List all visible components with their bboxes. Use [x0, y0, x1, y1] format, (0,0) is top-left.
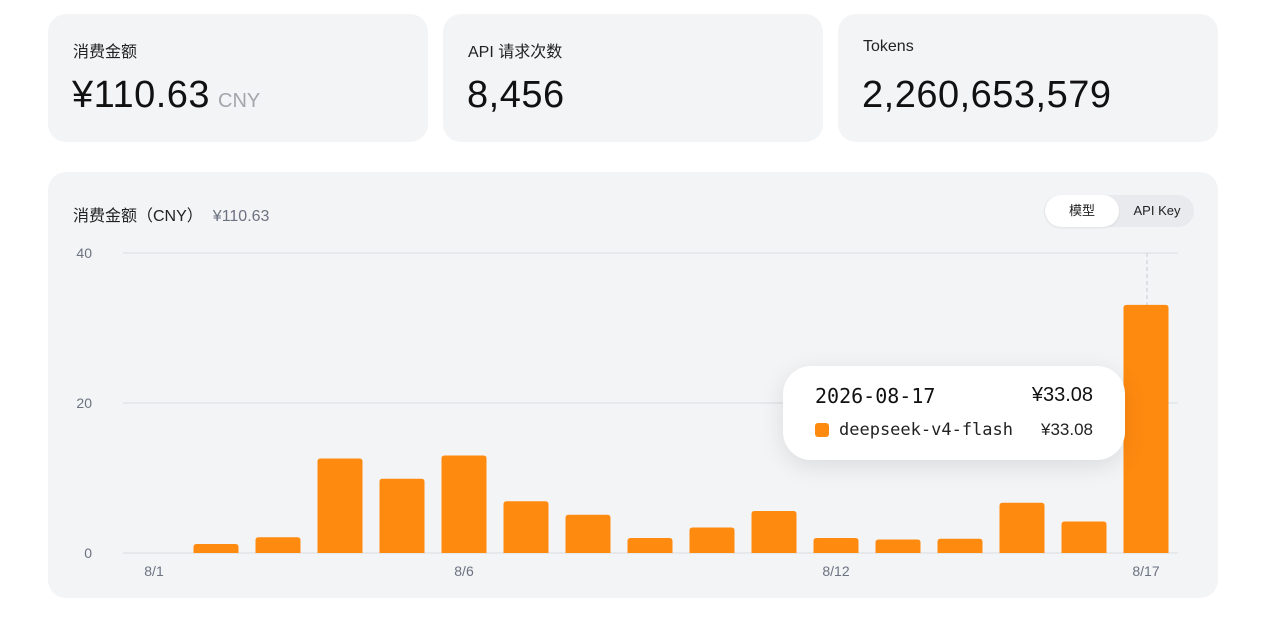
tooltip-total: ¥33.08: [1031, 384, 1093, 406]
stat-label: 消费金额: [73, 44, 138, 61]
tooltip-series-name: deepseek-v4-flash: [839, 420, 1013, 440]
stat-number: ¥110.63: [72, 74, 211, 116]
toggle-model-button[interactable]: 模型: [1045, 195, 1119, 227]
stat-card-cost: 消费金额 ¥110.63 CNY: [48, 14, 428, 142]
tooltip-series-value: ¥33.08: [1041, 420, 1093, 439]
chart-total: ¥110.63: [212, 208, 270, 225]
chart-tooltip: 2026-08-17 ¥33.08 deepseek-v4-flash ¥33.…: [783, 366, 1125, 460]
stat-card-requests: API 请求次数 8,456: [443, 14, 823, 142]
tooltip-series-swatch: [815, 423, 829, 437]
toggle-api-key-button[interactable]: API Key: [1120, 195, 1194, 227]
tooltip-date: 2026-08-17: [815, 384, 936, 408]
stat-label: API 请求次数: [468, 44, 563, 61]
stat-value: 2,260,653,579: [862, 74, 1112, 117]
stat-number: 8,456: [467, 74, 565, 116]
chart-title: 消费金额（CNY） ¥110.63: [73, 202, 269, 226]
stat-value: ¥110.63 CNY: [72, 74, 260, 117]
stat-unit: CNY: [218, 90, 261, 112]
group-by-toggle: 模型 API Key: [1044, 195, 1194, 227]
stat-value: 8,456: [467, 74, 565, 117]
stat-label: Tokens: [863, 38, 914, 55]
chart-title-text: 消费金额（CNY）: [73, 208, 203, 225]
stat-number: 2,260,653,579: [862, 74, 1112, 116]
stat-card-tokens: Tokens 2,260,653,579: [838, 14, 1218, 142]
